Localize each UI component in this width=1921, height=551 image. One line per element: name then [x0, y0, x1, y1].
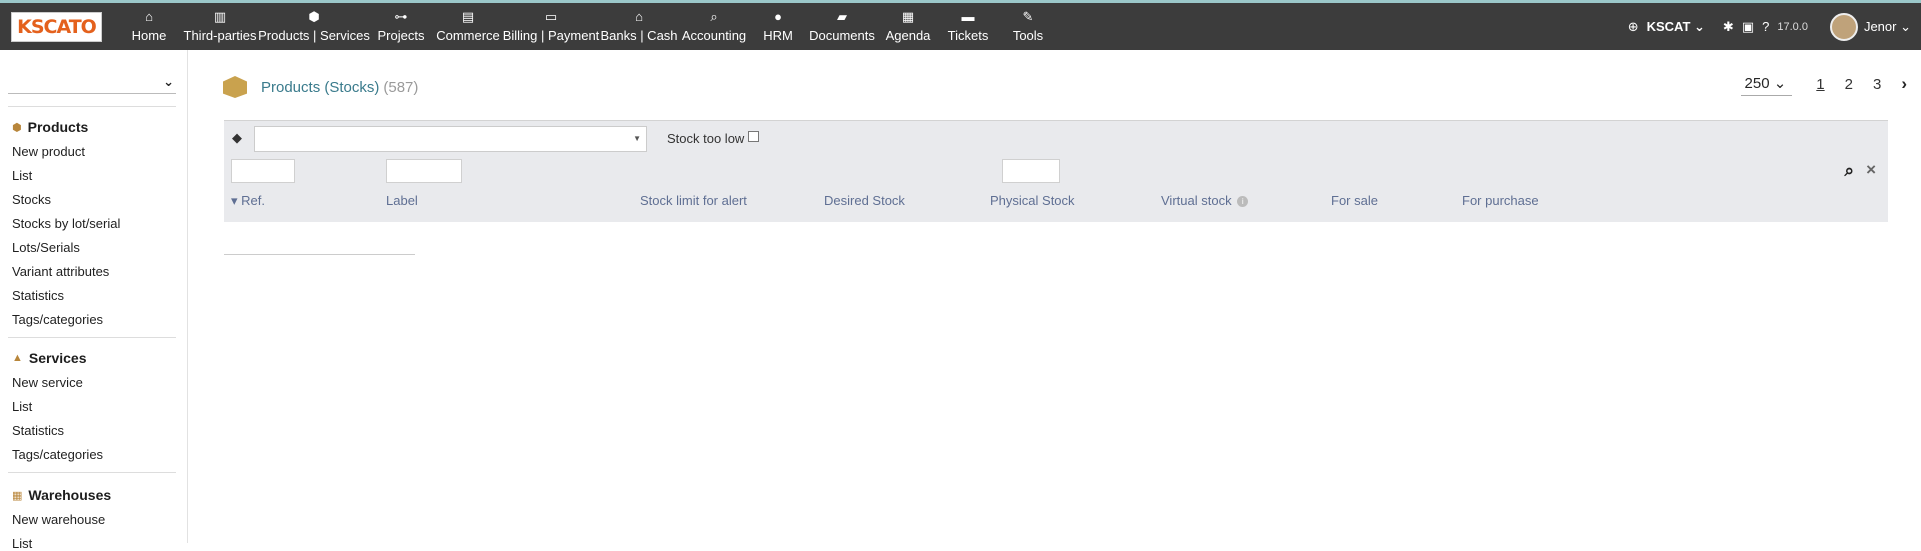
sidebar-divider — [8, 472, 176, 473]
menu-accounting[interactable]: ⌕ Accounting — [678, 3, 750, 50]
stock-too-low-filter: Stock too low — [667, 131, 760, 146]
sidebar-item-new-product[interactable]: New product — [12, 144, 85, 159]
sidebar-item-variant-attributes[interactable]: Variant attributes — [12, 264, 109, 279]
folder-icon: ▰ — [837, 9, 847, 24]
sitemap-icon: ⊶ — [394, 9, 408, 24]
page-link-1[interactable]: 1 — [1816, 76, 1824, 93]
column-stock-limit[interactable]: Stock limit for alert — [640, 193, 747, 208]
tag-icon: ◆ — [232, 130, 242, 145]
close-icon[interactable]: × — [1866, 160, 1876, 180]
menu-billing-payment[interactable]: ▭ Billing | Payment — [502, 3, 600, 50]
page-link-2[interactable]: 2 — [1845, 76, 1853, 93]
bank-icon: ⌂ — [635, 9, 643, 24]
stock-too-low-checkbox[interactable] — [748, 131, 760, 142]
calendar-icon: ▦ — [901, 9, 915, 24]
sidebar-item-warehouses-list[interactable]: List — [12, 536, 32, 551]
cube-icon: ⬢ — [12, 121, 22, 134]
menu-products-services[interactable]: ⬢ Products | Services — [258, 3, 370, 50]
menu-agenda[interactable]: ▦ Agenda — [878, 3, 938, 50]
bug-icon[interactable]: ✱ — [1723, 19, 1734, 35]
column-for-sale[interactable]: For sale — [1331, 193, 1378, 208]
ticket-icon: ▬ — [961, 9, 975, 24]
sidebar-divider — [8, 337, 176, 338]
print-icon[interactable]: ▣ — [1742, 19, 1754, 35]
sidebar-item-products-statistics[interactable]: Statistics — [12, 288, 64, 303]
concierge-bell-icon: ▲ — [12, 352, 23, 364]
sidebar-item-products-tags[interactable]: Tags/categories — [12, 312, 103, 327]
top-navigation-bar: KSCATO ⌂ Home ▥ Third-parties ⬢ Products… — [0, 3, 1921, 50]
company-logo[interactable]: KSCATO — [11, 12, 102, 42]
page-title-text: Products (Stocks) — [261, 78, 380, 96]
filter-bar: ◆ ▼ Stock too low ⌕ × ▾ Ref. Label Stock… — [224, 120, 1888, 222]
page-title: Products (Stocks) (587) — [223, 76, 418, 98]
search-dollar-icon: ⌕ — [710, 9, 718, 24]
sidebar-item-stocks[interactable]: Stocks — [12, 192, 51, 207]
sidebar-item-lots-serials[interactable]: Lots/Serials — [12, 240, 80, 255]
menu-tools[interactable]: ✎ Tools — [998, 3, 1058, 50]
sidebar-section-products[interactable]: ⬢ Products — [12, 119, 88, 135]
briefcase-icon: ▤ — [461, 9, 475, 24]
version-label: 17.0.0 — [1777, 20, 1808, 33]
column-label[interactable]: Label — [386, 193, 418, 208]
column-ref[interactable]: ▾ Ref. — [231, 193, 265, 209]
user-icon: ● — [774, 9, 782, 24]
top-right-tools: ⊕ KSCAT ⌄ ✱ ▣ ? 17.0.0 Jenor ⌄ — [1628, 3, 1911, 50]
menu-documents[interactable]: ▰ Documents — [806, 3, 878, 50]
cube-icon — [223, 76, 247, 98]
category-filter-select[interactable]: ▼ — [254, 126, 647, 152]
menu-tickets[interactable]: ▬ Tickets — [938, 3, 998, 50]
sidebar-item-new-warehouse[interactable]: New warehouse — [12, 512, 105, 527]
main-content: Products (Stocks) (587) 250 ⌄ 1 2 3 › ◆ … — [189, 50, 1921, 543]
column-physical-stock[interactable]: Physical Stock — [990, 193, 1075, 208]
page-link-3[interactable]: 3 — [1873, 76, 1881, 93]
menu-banks-cash[interactable]: ⌂ Banks | Cash — [600, 3, 678, 50]
physical-stock-filter-input[interactable] — [1002, 159, 1060, 183]
sidebar-section-warehouses[interactable]: ▦ Warehouses — [12, 487, 111, 503]
sidebar-item-services-list[interactable]: List — [12, 399, 32, 414]
help-icon[interactable]: ? — [1762, 19, 1769, 34]
sidebar-item-stocks-by-lot[interactable]: Stocks by lot/serial — [12, 216, 120, 231]
sidebar-section-services[interactable]: ▲ Services — [12, 350, 87, 366]
wrench-icon: ✎ — [1022, 9, 1034, 24]
user-menu[interactable]: Jenor ⌄ — [1864, 19, 1911, 35]
left-sidebar: ⌄ ⬢ Products New product List Stocks Sto… — [0, 50, 188, 551]
menu-hrm[interactable]: ● HRM — [750, 3, 806, 50]
column-virtual-stock[interactable]: Virtual stock i — [1161, 193, 1249, 208]
menu-commerce[interactable]: ▤ Commerce — [434, 3, 502, 50]
column-for-purchase[interactable]: For purchase — [1462, 193, 1539, 208]
sidebar-item-services-tags[interactable]: Tags/categories — [12, 447, 103, 462]
home-icon: ⌂ — [145, 9, 153, 24]
boxes-icon: ▦ — [12, 489, 23, 502]
menu-third-parties[interactable]: ▥ Third-parties — [180, 3, 260, 50]
sidebar-quick-select[interactable]: ⌄ — [8, 72, 176, 94]
sidebar-item-new-service[interactable]: New service — [12, 375, 83, 390]
entity-selector[interactable]: KSCAT ⌄ — [1647, 19, 1705, 35]
label-filter-input[interactable] — [386, 159, 462, 183]
main-menu: ⌂ Home ▥ Third-parties ⬢ Products | Serv… — [118, 3, 1058, 50]
pagination: 250 ⌄ 1 2 3 › — [1740, 72, 1907, 96]
cube-icon: ⬢ — [308, 9, 320, 24]
ref-filter-input[interactable] — [231, 159, 295, 183]
search-icon[interactable]: ⌕ — [1844, 161, 1854, 181]
sidebar-item-services-statistics[interactable]: Statistics — [12, 423, 64, 438]
next-page-icon[interactable]: › — [1901, 74, 1907, 94]
globe-icon: ⊕ — [1627, 18, 1639, 34]
info-icon: i — [1237, 196, 1249, 208]
sidebar-divider — [8, 106, 176, 107]
record-count: (587) — [383, 78, 419, 96]
menu-home[interactable]: ⌂ Home — [118, 3, 180, 50]
table-row — [224, 222, 415, 255]
building-icon: ▥ — [213, 9, 227, 24]
chevron-down-icon: ⌄ — [163, 74, 174, 89]
menu-projects[interactable]: ⊶ Projects — [368, 3, 434, 50]
caret-down-icon: ▼ — [633, 134, 641, 143]
page-size-select[interactable]: 250 ⌄ — [1740, 72, 1793, 96]
sidebar-item-products-list[interactable]: List — [12, 168, 32, 183]
money-icon: ▭ — [544, 9, 558, 24]
column-desired-stock[interactable]: Desired Stock — [824, 193, 905, 208]
avatar[interactable] — [1829, 12, 1858, 41]
